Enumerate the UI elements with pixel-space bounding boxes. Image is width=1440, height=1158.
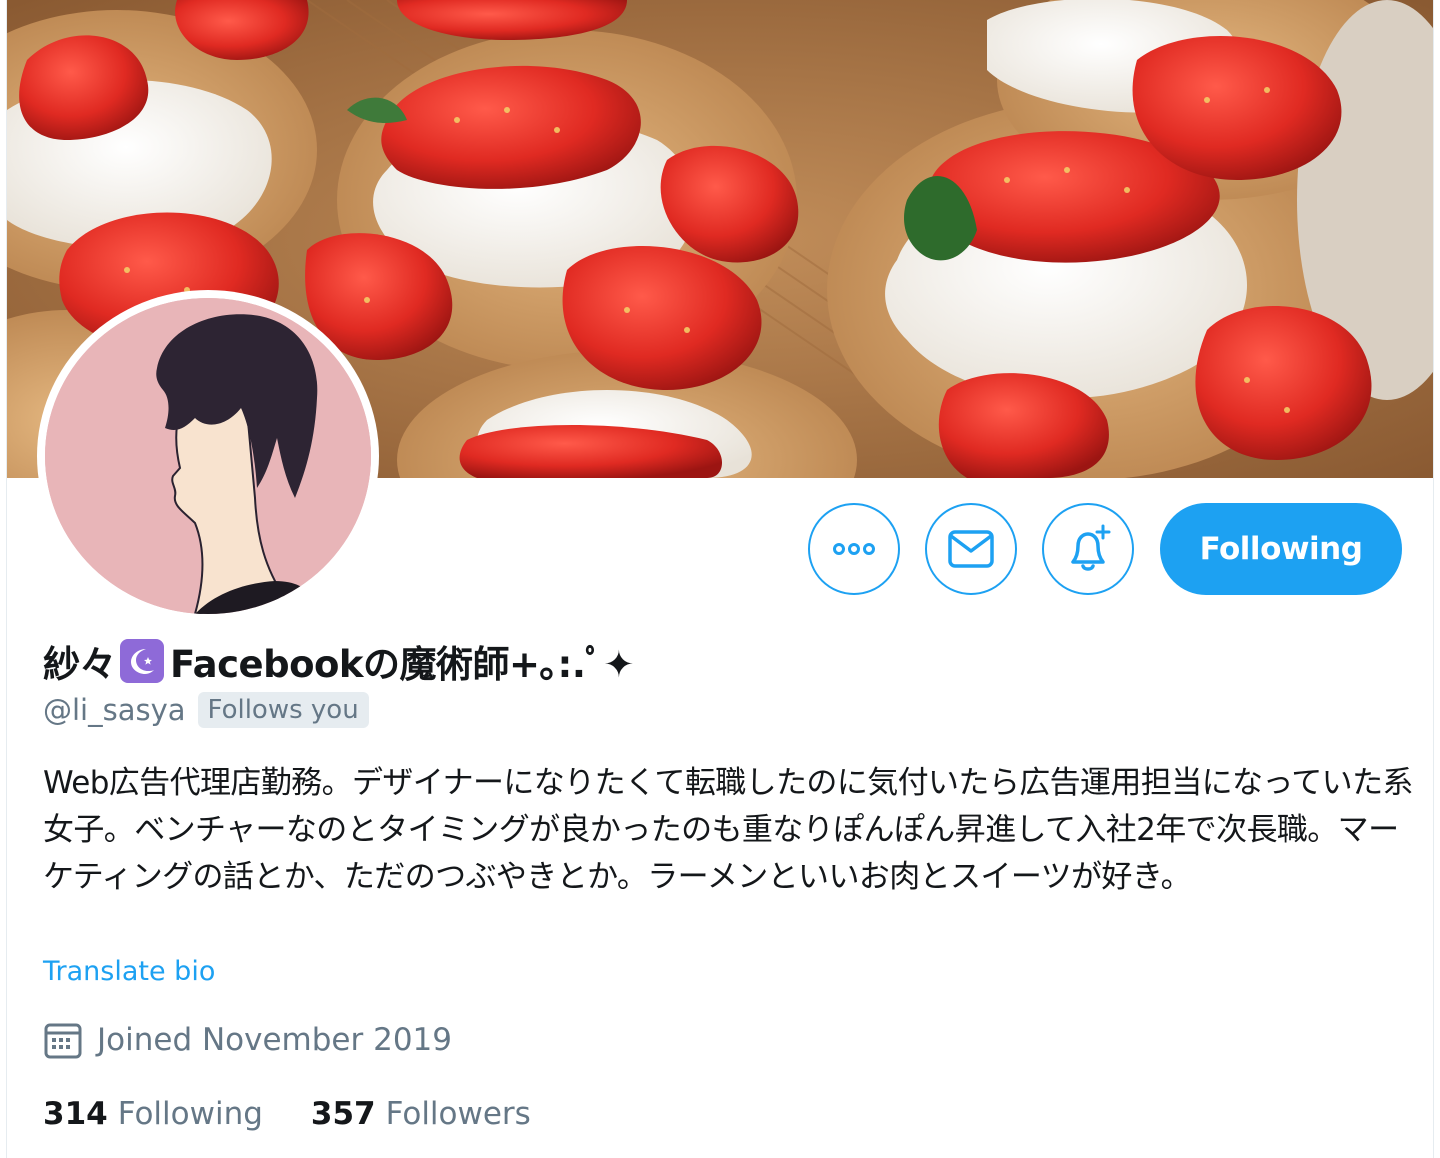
handle-row: @li_sasya Follows you [43,692,369,728]
profile-bio: Web広告代理店勤務。デザイナーになりたくて転職したのに気付いたら広告運用担当に… [43,765,1413,895]
joined-date-row: Joined November 2019 [43,1020,452,1060]
more-icon [833,543,875,555]
user-handle: @li_sasya [43,693,186,727]
followers-label: Followers [385,1096,531,1132]
follow-stats: 314 Following 357 Followers [43,1096,579,1132]
envelope-icon [948,530,994,568]
profile-avatar[interactable] [37,290,379,622]
avatar-image [45,298,371,614]
joined-date: Joined November 2019 [97,1022,452,1058]
following-button[interactable]: Following [1160,503,1402,595]
display-name: 紗々 [43,643,117,686]
followers-stat-link[interactable]: 357 Followers [311,1096,531,1132]
display-name-suffix: Facebookの魔術師+｡:.ﾟ✦ [170,643,634,686]
bell-plus-icon [1071,524,1111,571]
crescent-moon-icon [120,639,164,683]
calendar-icon [44,1023,82,1059]
translate-bio-link[interactable]: Translate bio [43,956,215,987]
follows-you-badge: Follows you [197,692,369,728]
profile-page: Following 紗々 Facebookの魔術師+｡:.ﾟ✦ @li_sasy… [6,0,1434,1158]
message-button[interactable] [925,503,1017,595]
followers-count: 357 [310,1096,376,1132]
more-options-button[interactable] [808,503,900,595]
following-count: 314 [43,1096,108,1132]
notifications-button[interactable] [1042,503,1134,595]
display-name-row: 紗々 Facebookの魔術師+｡:.ﾟ✦ [43,634,634,688]
following-label: Following [117,1096,263,1132]
following-stat-link[interactable]: 314 Following [43,1096,263,1132]
